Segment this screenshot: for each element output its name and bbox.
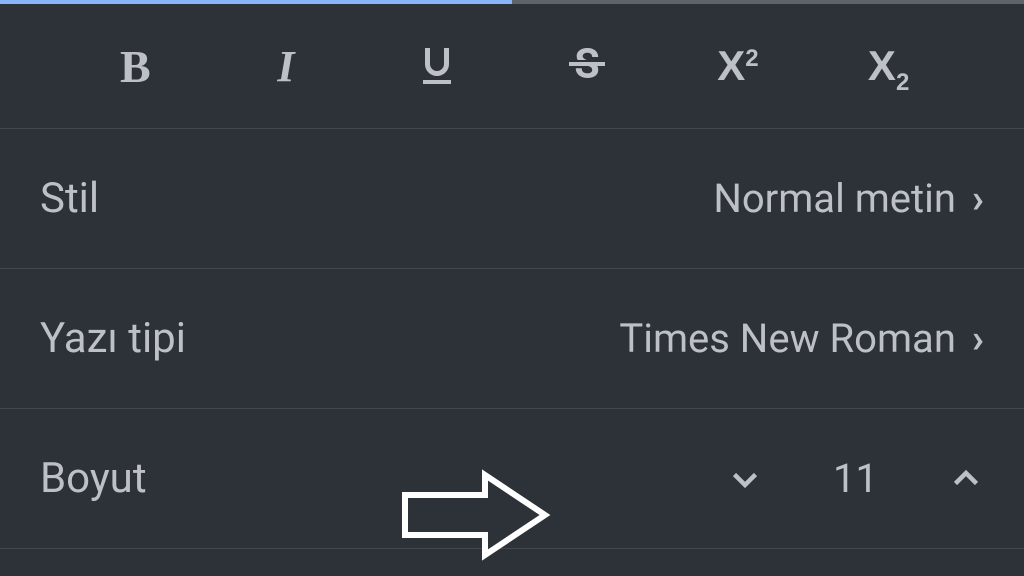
font-row[interactable]: Yazı tipi Times New Roman › — [0, 269, 1024, 409]
format-toolbar: B I X2 X2 — [0, 4, 1024, 129]
style-label: Stil — [40, 174, 99, 223]
chevron-up-icon — [948, 461, 984, 497]
text-settings: Stil Normal metin › Yazı tipi Times New … — [0, 129, 1024, 549]
italic-button[interactable]: I — [256, 36, 316, 96]
font-value: Times New Roman — [619, 315, 956, 362]
size-label: Boyut — [40, 454, 147, 503]
style-value: Normal metin — [713, 175, 956, 222]
size-controls: 11 — [727, 455, 984, 502]
chevron-right-icon: › — [972, 175, 984, 222]
progress-fill — [0, 0, 512, 4]
size-increase-button[interactable] — [948, 461, 984, 497]
bold-button[interactable]: B — [105, 36, 165, 96]
style-row[interactable]: Stil Normal metin › — [0, 129, 1024, 269]
superscript-button[interactable]: X2 — [708, 36, 768, 96]
subscript-button[interactable]: X2 — [859, 36, 919, 96]
font-label: Yazı tipi — [40, 314, 186, 363]
italic-icon: I — [277, 41, 294, 92]
size-decrease-button[interactable] — [727, 461, 763, 497]
size-row: Boyut 11 — [0, 409, 1024, 549]
style-value-container: Normal metin › — [713, 175, 984, 222]
superscript-icon: X2 — [717, 42, 758, 90]
size-value: 11 — [833, 455, 878, 502]
font-value-container: Times New Roman › — [619, 315, 984, 362]
bold-icon: B — [120, 40, 151, 93]
progress-bar — [0, 0, 1024, 4]
strikethrough-button[interactable] — [557, 36, 617, 96]
chevron-right-icon: › — [972, 315, 984, 362]
underline-icon — [413, 42, 461, 90]
chevron-down-icon — [727, 461, 763, 497]
subscript-icon: X2 — [868, 42, 909, 90]
strikethrough-icon — [563, 42, 611, 90]
underline-button[interactable] — [407, 36, 467, 96]
